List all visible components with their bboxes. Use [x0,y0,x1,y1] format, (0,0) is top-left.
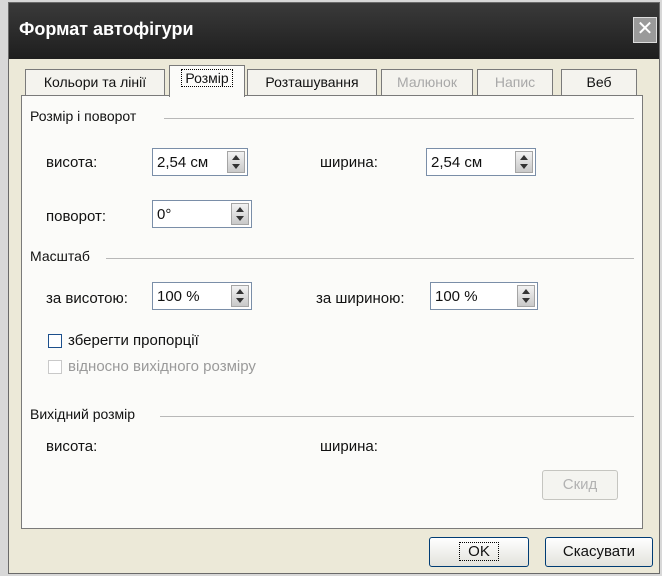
scale-height-spin-buttons[interactable] [231,285,249,307]
relative-original-label: відносно вихідного розміру [68,358,256,375]
height-spinner[interactable] [152,148,248,176]
section-divider [164,118,634,119]
rotation-label: поворот: [46,208,106,225]
spin-down-icon[interactable] [232,164,240,169]
lock-aspect-checkbox[interactable] [48,334,62,348]
tab-picture: Малюнок [381,69,473,95]
spin-down-icon[interactable] [236,216,244,221]
spin-down-icon[interactable] [236,298,244,303]
tab-label: Розташування [265,74,359,90]
scale-width-spinner[interactable] [430,282,538,310]
scale-height-spinner[interactable] [152,282,252,310]
tab-layout[interactable]: Розташування [247,69,377,95]
section-title-original-size: Вихідний розмір [30,406,136,422]
width-spin-buttons[interactable] [515,151,533,173]
scale-width-input[interactable] [435,287,501,305]
ok-button[interactable]: OK [429,537,529,567]
width-spinner[interactable] [426,148,536,176]
height-spin-buttons[interactable] [227,151,245,173]
scale-width-label: за шириною: [316,290,405,307]
spin-up-icon[interactable] [232,155,240,160]
tab-colors-lines[interactable]: Кольори та лінії [25,69,165,95]
ok-button-label: OK [459,542,499,561]
height-label: висота: [46,154,98,171]
tab-size[interactable]: Розмір [169,65,245,97]
section-title-size-rotate: Розмір і поворот [30,108,137,124]
reset-button: Скид [542,470,618,500]
tab-label: Розмір [181,69,233,87]
reset-button-label: Скид [562,476,598,493]
original-width-label: ширина: [320,438,378,455]
cancel-button-label: Скасувати [562,543,636,560]
relative-original-checkbox [48,360,62,374]
spin-up-icon[interactable] [236,207,244,212]
tab-text-box: Напис [477,69,553,95]
tab-web[interactable]: Веб [561,69,637,95]
spin-up-icon[interactable] [522,289,530,294]
scale-height-label: за висотою: [46,290,128,307]
section-divider [106,258,634,259]
section-divider [160,416,634,417]
spin-up-icon[interactable] [520,155,528,160]
spin-down-icon[interactable] [520,164,528,169]
width-input[interactable] [431,153,497,171]
tab-label: Малюнок [397,74,457,90]
format-autoshape-dialog: Формат автофігури ✕ Кольори та лінії Роз… [8,2,660,574]
original-height-label: висота: [46,438,98,455]
close-icon: ✕ [636,18,654,40]
spin-down-icon[interactable] [522,298,530,303]
dialog-title: Формат автофігури [19,19,194,39]
section-title-scale: Масштаб [30,248,90,264]
rotation-spinner[interactable] [152,200,252,228]
rotation-spin-buttons[interactable] [231,203,249,225]
width-label: ширина: [320,154,378,171]
rotation-input[interactable] [157,205,223,223]
tab-label: Напис [494,74,536,90]
scale-width-spin-buttons[interactable] [517,285,535,307]
size-tab-panel: Розмір і поворот висота: ширина: поворот… [21,95,643,529]
height-input[interactable] [157,153,223,171]
scale-height-input[interactable] [157,287,223,305]
cancel-button[interactable]: Скасувати [545,537,653,567]
spin-up-icon[interactable] [236,289,244,294]
lock-aspect-label[interactable]: зберегти пропорції [68,332,199,349]
tab-label: Кольори та лінії [43,74,147,90]
close-button[interactable]: ✕ [633,17,657,43]
tab-label: Веб [586,74,612,90]
title-bar[interactable]: Формат автофігури ✕ [9,3,659,59]
